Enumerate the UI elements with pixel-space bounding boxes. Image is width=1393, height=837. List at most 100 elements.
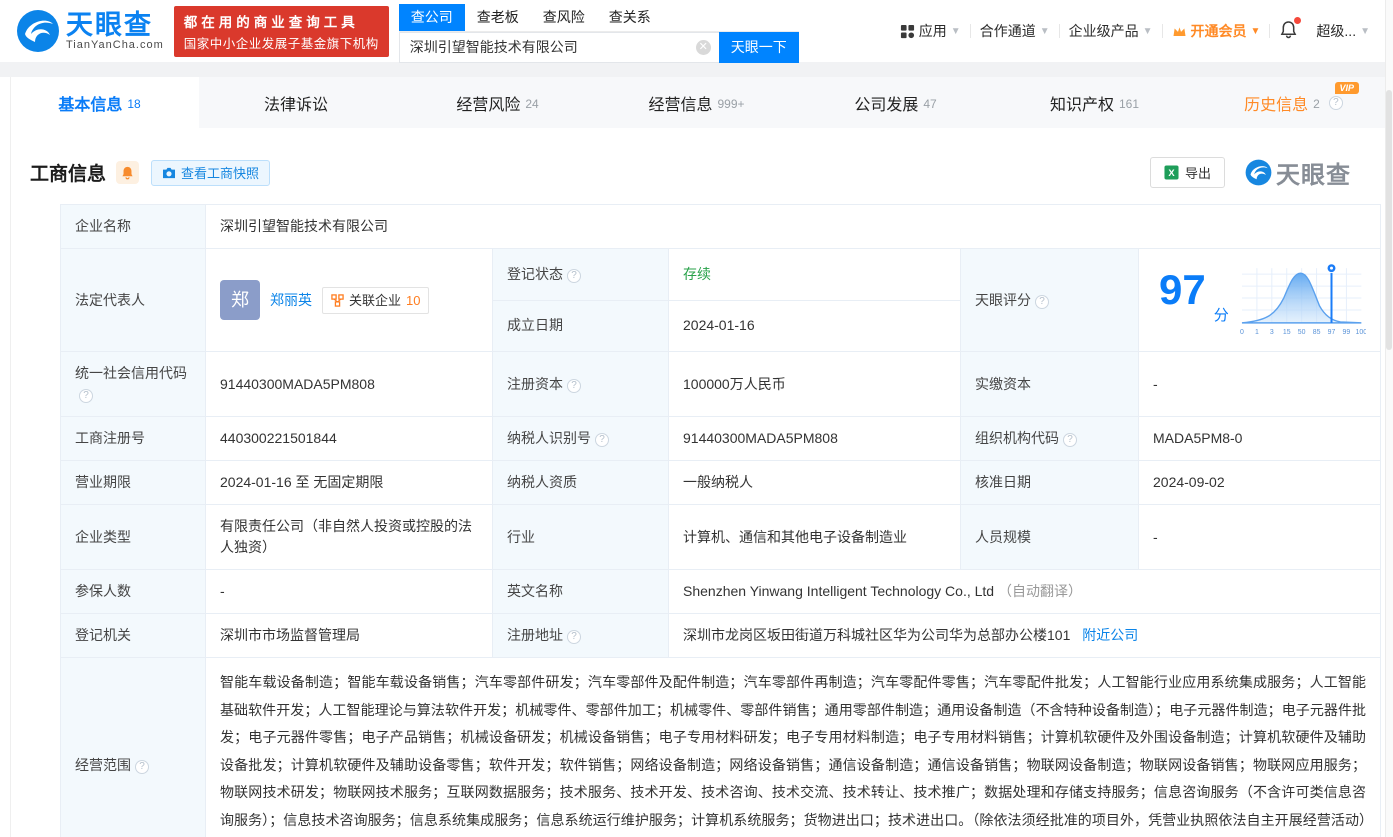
search-tab-boss[interactable]: 查老板	[465, 4, 531, 31]
help-icon[interactable]: ?	[567, 630, 581, 644]
staff-size-value: -	[1139, 505, 1381, 570]
related-companies-badge[interactable]: 关联企业 10	[322, 287, 429, 314]
tianyancha-logo[interactable]: 天眼查 TianYanCha.com	[16, 9, 164, 53]
page: 天眼查 TianYanCha.com 都在用的商业查询工具 国家中小企业发展子基…	[0, 0, 1393, 837]
svg-text:1: 1	[1255, 329, 1259, 336]
table-row: 工商注册号 440300221501844 纳税人识别号? 91440300MA…	[61, 417, 1381, 461]
score-unit: 分	[1214, 305, 1229, 326]
credit-code-label: 统一社会信用代码?	[61, 352, 206, 417]
left-edge-line	[10, 77, 11, 837]
search-tab-risk[interactable]: 查风险	[531, 4, 597, 31]
chevron-down-icon: ▼	[1040, 26, 1050, 37]
header-separator	[0, 62, 1393, 77]
score-label: 天眼评分?	[961, 249, 1139, 352]
business-scope-value: 智能车载设备制造；智能车载设备销售；汽车零部件研发；汽车零部件及配件制造；汽车零…	[206, 658, 1381, 837]
crown-icon	[1172, 25, 1187, 38]
logo-swirl-icon	[1245, 159, 1272, 186]
tab-basic-info[interactable]: 基本信息 18	[0, 77, 199, 128]
table-row: 登记机关 深圳市市场监督管理局 注册地址? 深圳市龙岗区坂田街道万科城社区华为公…	[61, 614, 1381, 658]
nearby-companies-link[interactable]: 附近公司	[1082, 627, 1138, 643]
staff-size-label: 人员规模	[961, 505, 1139, 570]
approval-date-label: 核准日期	[961, 461, 1139, 505]
slogan-line-2: 国家中小企业发展子基金旗下机构	[184, 33, 379, 52]
insured-count-value: -	[206, 570, 493, 614]
taxpayer-quality-label: 纳税人资质	[493, 461, 669, 505]
nav-enterprise[interactable]: 企业级产品 ▼	[1060, 21, 1162, 41]
business-term-label: 营业期限	[61, 461, 206, 505]
search-tab-relation[interactable]: 查关系	[597, 4, 663, 31]
score-distribution-chart[interactable]: 0 1 3 15 50 85 97 99 100	[1237, 260, 1366, 340]
industry-value: 计算机、通信和其他电子设备制造业	[669, 505, 961, 570]
chevron-down-icon: ▼	[951, 26, 961, 37]
search-tabs: 查公司 查老板 查风险 查关系	[399, 4, 799, 32]
snapshot-button[interactable]: 查看工商快照	[151, 160, 270, 186]
svg-text:100: 100	[1355, 329, 1366, 336]
search-button[interactable]: 天眼一下	[719, 32, 799, 63]
reg-status-label: 登记状态?	[493, 249, 669, 301]
score-number: 97	[1159, 260, 1206, 320]
business-scope-label: 经营范围?	[61, 658, 206, 837]
camera-icon	[162, 167, 176, 179]
reg-status-value: 存续	[669, 249, 961, 301]
tab-company-development[interactable]: 公司发展 47	[796, 77, 995, 128]
reg-authority-value: 深圳市市场监督管理局	[206, 614, 493, 658]
avatar[interactable]: 郑	[220, 280, 260, 320]
notification-bell[interactable]	[1270, 21, 1307, 42]
subscribe-bell-button[interactable]	[116, 161, 139, 184]
help-icon[interactable]: ?	[567, 269, 581, 283]
nav-vip-upgrade[interactable]: 开通会员 ▼	[1163, 21, 1270, 41]
nav-partner[interactable]: 合作通道 ▼	[971, 21, 1059, 41]
legal-rep-label: 法定代表人	[61, 249, 206, 352]
company-type-value: 有限责任公司（非自然人投资或控股的法人独资）	[206, 505, 493, 570]
business-term-value: 2024-01-16 至 无固定期限	[206, 461, 493, 505]
help-icon[interactable]: ?	[595, 433, 609, 447]
legal-rep-link[interactable]: 郑丽英	[270, 290, 312, 311]
reg-number-value: 440300221501844	[206, 417, 493, 461]
tab-operation-risk[interactable]: 经营风险 24	[398, 77, 597, 128]
search-tab-company[interactable]: 查公司	[399, 4, 465, 31]
clear-icon[interactable]: ✕	[696, 40, 711, 55]
scrollbar[interactable]	[1385, 0, 1393, 837]
search-input[interactable]	[399, 32, 719, 63]
approval-date-value: 2024-09-02	[1139, 461, 1381, 505]
tab-history-info[interactable]: VIP 历史信息 2 ?	[1194, 77, 1393, 128]
help-icon[interactable]: ?	[1035, 295, 1049, 309]
table-row: 统一社会信用代码? 91440300MADA5PM808 注册资本? 10000…	[61, 352, 1381, 417]
english-name-value: Shenzhen Yinwang Intelligent Technology …	[669, 570, 1381, 614]
tab-legal-proceedings[interactable]: 法律诉讼	[199, 77, 398, 128]
reg-address-value: 深圳市龙岗区坂田街道万科城社区华为公司华为总部办公楼101 附近公司	[669, 614, 1381, 658]
help-icon[interactable]: ?	[1063, 433, 1077, 447]
export-button[interactable]: X 导出	[1150, 157, 1225, 188]
table-row: 法定代表人 郑 郑丽英	[61, 249, 1381, 301]
business-info-table: 企业名称 深圳引望智能技术有限公司 法定代表人 郑 郑丽英	[60, 204, 1381, 837]
taxpayer-id-label: 纳税人识别号?	[493, 417, 669, 461]
slogan-banner: 都在用的商业查询工具 国家中小企业发展子基金旗下机构	[174, 6, 389, 57]
vip-badge: VIP	[1335, 82, 1359, 94]
help-icon[interactable]: ?	[1329, 96, 1343, 110]
main-content: 工商信息 查看工商快照 X 导出	[0, 155, 1393, 837]
svg-text:97: 97	[1327, 329, 1335, 336]
tab-intellectual-property[interactable]: 知识产权 161	[995, 77, 1194, 128]
company-tabbar: 基本信息 18 法律诉讼 经营风险 24 经营信息 999+ 公司发展 47 知…	[0, 77, 1393, 128]
nav-apps[interactable]: 应用 ▼	[891, 21, 970, 41]
scrollbar-thumb[interactable]	[1386, 90, 1392, 350]
brand-domain: TianYanCha.com	[66, 39, 164, 51]
establish-date-label: 成立日期	[493, 300, 669, 352]
help-icon[interactable]: ?	[135, 760, 149, 774]
english-name-label: 英文名称	[493, 570, 669, 614]
help-icon[interactable]: ?	[567, 379, 581, 393]
reg-authority-label: 登记机关	[61, 614, 206, 658]
legal-rep-value: 郑 郑丽英 关联企业 10	[206, 249, 493, 352]
company-name-label: 企业名称	[61, 205, 206, 249]
svg-text:99: 99	[1342, 329, 1350, 336]
top-nav: 应用 ▼ 合作通道 ▼ 企业级产品 ▼ 开通会员 ▼	[891, 21, 1379, 42]
company-name-value: 深圳引望智能技术有限公司	[206, 205, 1381, 249]
company-type-label: 企业类型	[61, 505, 206, 570]
tab-business-info[interactable]: 经营信息 999+	[597, 77, 796, 128]
search-area: 查公司 查老板 查风险 查关系 ✕ 天眼一下	[399, 4, 799, 63]
nav-super-vip[interactable]: 超级... ▼	[1307, 21, 1379, 41]
help-icon[interactable]: ?	[79, 389, 93, 403]
logo-swirl-icon	[16, 9, 60, 53]
table-row: 经营范围? 智能车载设备制造；智能车载设备销售；汽车零部件研发；汽车零部件及配件…	[61, 658, 1381, 837]
table-row: 参保人数 - 英文名称 Shenzhen Yinwang Intelligent…	[61, 570, 1381, 614]
